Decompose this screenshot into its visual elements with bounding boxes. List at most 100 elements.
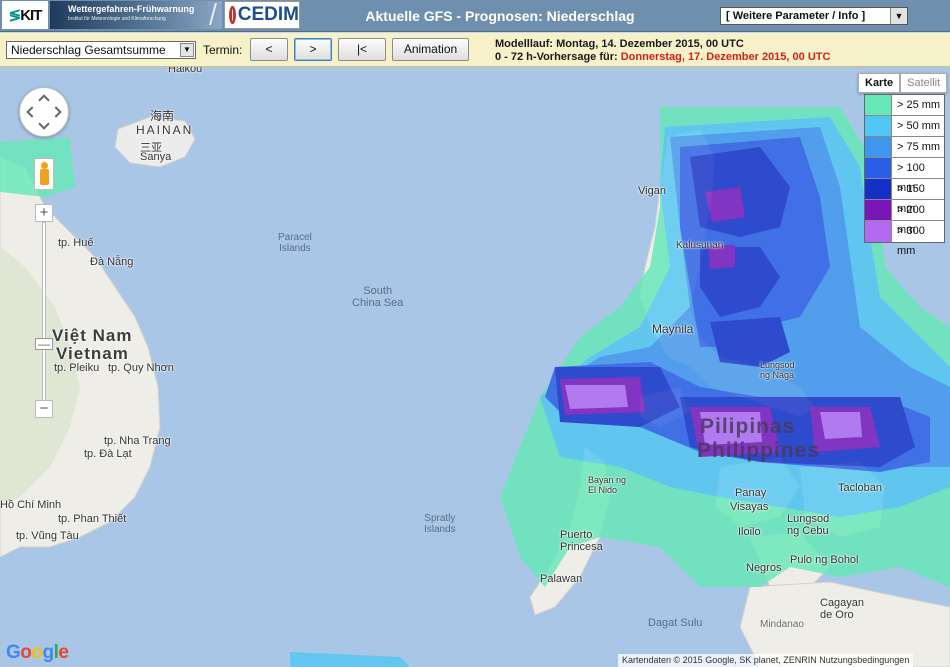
label-negros: Negros xyxy=(746,562,782,574)
legend-row: > 150 mm xyxy=(865,179,944,215)
next-button[interactable]: > xyxy=(294,38,332,61)
legend-row: > 200 mm xyxy=(865,200,944,236)
animation-button[interactable]: Animation xyxy=(392,38,469,61)
first-button[interactable]: |< xyxy=(338,38,386,61)
label-vung-tau: tp. Vũng Tàu xyxy=(16,530,79,542)
label-nha-trang: tp. Nha Trang xyxy=(104,435,171,447)
cedim-logo[interactable]: CEDIM xyxy=(224,1,300,29)
chevron-down-icon[interactable]: ▼ xyxy=(890,8,907,24)
label-pleiku: tp. Pleiku xyxy=(54,362,100,374)
label-ho-chi-minh: Hồ Chí Minh xyxy=(0,499,62,511)
legend-swatch xyxy=(865,116,892,136)
legend-row: > 25 mm xyxy=(865,95,944,116)
kit-logo-text: KIT xyxy=(20,6,42,24)
label-kalusunan: Kalusunan xyxy=(676,240,724,251)
google-letter: o xyxy=(20,642,32,663)
pegman-head xyxy=(41,162,48,169)
label-south-china-sea: South China Sea xyxy=(352,285,404,309)
zoom-slider-track[interactable] xyxy=(42,222,46,402)
precip-type-select[interactable]: Niederschlag Gesamtsumme ▼ xyxy=(6,41,196,59)
street-view-pegman-icon[interactable] xyxy=(34,158,54,190)
pegman-body xyxy=(40,169,49,185)
legend-swatch xyxy=(865,179,892,199)
zoom-out-button[interactable]: − xyxy=(35,400,53,418)
legend-row: > 50 mm xyxy=(865,116,944,137)
label-vietnam-native: Việt Nam xyxy=(52,326,133,345)
label-palawan: Palawan xyxy=(540,573,583,585)
google-letter: G xyxy=(6,642,21,663)
map-canvas[interactable]: Haikou 海南 HAINAN 三亚 Sanya Paracel Island… xyxy=(0,67,950,667)
precip-type-value: Niederschlag Gesamtsumme xyxy=(11,43,166,57)
map-type-karte[interactable]: Karte xyxy=(858,73,901,93)
legend-label: > 50 mm xyxy=(897,120,941,132)
prev-button[interactable]: < xyxy=(250,38,288,61)
forecast-prefix: 0 - 72 h-Vorhersage für: xyxy=(495,51,618,63)
legend-row: > 300 mm xyxy=(865,221,944,257)
legend-label: > 75 mm xyxy=(897,141,941,153)
wettergefahren-subtitle: Institut für Meteorologie und Klimaforsc… xyxy=(68,16,166,22)
label-spratly: Spratly Islands xyxy=(424,513,456,535)
map-type-toggle: Karte Satellit xyxy=(858,73,948,93)
kit-logo-mark: ≶ xyxy=(8,7,22,24)
label-puerto-princesa: Puerto Princesa xyxy=(560,529,603,553)
google-logo[interactable]: Google xyxy=(6,642,69,664)
label-paracel: Paracel Islands xyxy=(278,232,312,254)
cedim-ring-icon xyxy=(229,6,236,24)
cedim-logo-text: CEDIM xyxy=(237,4,299,25)
pan-left-icon[interactable] xyxy=(26,106,38,118)
label-pulo-bohol: Pulo ng Bohol xyxy=(790,554,859,566)
label-phan-thiet: tp. Phan Thiết xyxy=(58,513,127,525)
label-mindanao: Mindanao xyxy=(760,619,804,630)
model-run-line: Modelllauf: Montag, 14. Dezember 2015, 0… xyxy=(495,38,744,50)
label-sanya: Sanya xyxy=(140,151,172,163)
control-bar: Niederschlag Gesamtsumme ▼ Termin: < > |… xyxy=(0,33,950,67)
logo-strip: ≶ KIT Wettergefahren-Frühwarnung Institut… xyxy=(0,0,300,30)
forecast-date: Donnerstag, 17. Dezember 2015, 00 UTC xyxy=(620,51,831,63)
page-title: Aktuelle GFS - Prognosen: Niederschlag xyxy=(365,8,635,24)
parameter-select[interactable]: [ Weitere Parameter / Info ] ▼ xyxy=(720,7,908,25)
zoom-in-button[interactable]: + xyxy=(35,204,53,222)
legend-label: > 300 mm xyxy=(897,225,925,257)
legend-swatch xyxy=(865,221,892,242)
google-letter: o xyxy=(31,642,43,663)
chevron-down-icon[interactable]: ▼ xyxy=(180,43,194,57)
header-bar: ≶ KIT Wettergefahren-Frühwarnung Institut… xyxy=(0,0,950,32)
legend-label: > 100 mm xyxy=(897,162,925,194)
legend-swatch xyxy=(865,158,892,178)
label-philippines: Philippines xyxy=(697,439,821,462)
pan-control[interactable] xyxy=(19,87,69,137)
legend-row: > 100 mm xyxy=(865,158,944,194)
label-cagayan: Cagayan de Oro xyxy=(820,597,865,621)
parameter-select-value: [ Weitere Parameter / Info ] xyxy=(726,10,866,22)
label-hainan: HAINAN xyxy=(136,123,194,137)
label-dagat-sulu: Dagat Sulu xyxy=(648,617,703,629)
label-danang: Đà Nẵng xyxy=(90,256,134,268)
label-visayas: Visayas xyxy=(730,501,769,513)
termin-label: Termin: xyxy=(203,43,243,57)
pan-down-icon[interactable] xyxy=(38,118,50,130)
label-pilipinas: Pilipinas xyxy=(700,415,796,438)
map-type-satellit[interactable]: Satellit xyxy=(900,73,948,93)
label-tacloban: Tacloban xyxy=(838,482,883,494)
map-credits[interactable]: Kartendaten © 2015 Google, SK planet, ZE… xyxy=(618,654,914,667)
label-lungsod-naga: Lungsod ng Naga xyxy=(760,360,795,380)
google-letter: g xyxy=(42,642,55,663)
precipitation-legend: > 25 mm > 50 mm > 75 mm > 100 mm > 150 mm > 2… xyxy=(864,94,945,257)
legend-label: > 25 mm xyxy=(897,99,941,111)
wettergefahren-logo[interactable]: Wettergefahren-Frühwarnung Institut für … xyxy=(50,1,222,29)
kit-logo[interactable]: ≶ KIT xyxy=(2,1,48,29)
wettergefahren-title: Wettergefahren-Frühwarnung xyxy=(68,4,195,14)
pan-up-icon[interactable] xyxy=(38,94,50,106)
legend-swatch xyxy=(865,95,892,115)
legend-row: > 75 mm xyxy=(865,137,944,158)
pan-right-icon[interactable] xyxy=(50,106,62,118)
label-haikou: Haikou xyxy=(168,67,203,75)
label-el-nido: Bayan ng El Nido xyxy=(588,475,627,495)
legend-swatch xyxy=(865,137,892,157)
label-maynila: Maynila xyxy=(652,322,694,336)
zoom-slider-thumb[interactable]: — xyxy=(35,338,53,350)
label-iloilo: Iloilo xyxy=(738,526,761,538)
legend-label: > 200 mm xyxy=(897,204,925,236)
forecast-line: 0 - 72 h-Vorhersage für: Donnerstag, 17.… xyxy=(495,51,830,64)
label-vigan: Vigan xyxy=(638,185,666,197)
